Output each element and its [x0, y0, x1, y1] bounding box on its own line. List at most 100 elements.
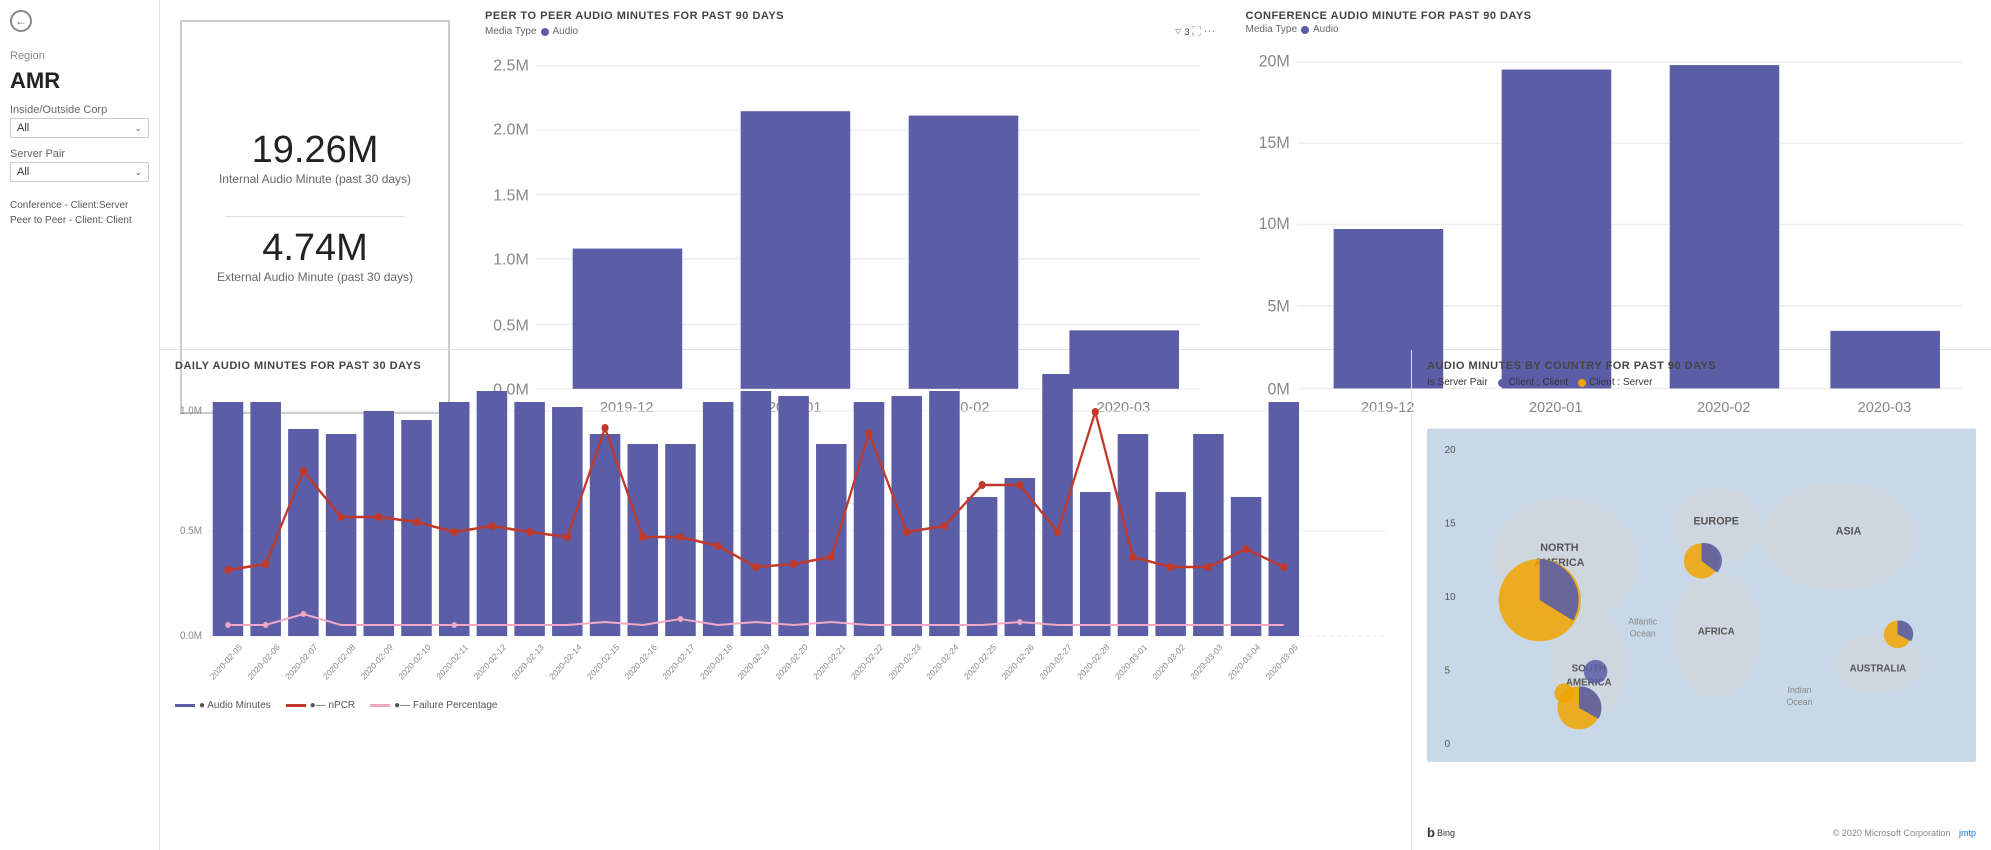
svg-text:Ocean: Ocean: [1630, 628, 1656, 638]
svg-text:20: 20: [1445, 445, 1456, 456]
metric-number2: 4.74M: [262, 227, 368, 270]
legend-failure-label: ●— Failure Percentage: [394, 700, 497, 711]
svg-text:2020-02-21: 2020-02-21: [811, 642, 847, 682]
svg-text:2.0M: 2.0M: [493, 121, 529, 139]
legend-failure-line: [370, 704, 390, 707]
copyright: © 2020 Microsoft Corporation jmtp: [1833, 828, 1976, 838]
legend-audio: ● Audio Minutes: [175, 700, 271, 711]
svg-text:20M: 20M: [1258, 53, 1289, 71]
metric-desc1: Internal Audio Minute (past 30 days): [219, 172, 411, 186]
map-footer: b Bing © 2020 Microsoft Corporation jmtp: [1427, 825, 1976, 840]
svg-text:15: 15: [1445, 519, 1456, 530]
p2p-legend-dot: [541, 28, 549, 36]
filter2-container: Server Pair All ⌄: [10, 148, 149, 182]
map-container: AUDIO MINUTES BY COUNTRY FOR PAST 90 DAY…: [1411, 350, 1991, 850]
dashboard: ← Region AMR Inside/Outside Corp All ⌄ S…: [0, 0, 1991, 850]
filter-icon[interactable]: ▿ 3: [1175, 24, 1189, 38]
svg-text:2020-02-16: 2020-02-16: [623, 642, 659, 682]
svg-text:2020-02-12: 2020-02-12: [472, 642, 508, 682]
svg-text:2020-02-20: 2020-02-20: [774, 642, 810, 682]
map-legend: Is Server Pair Client : Client Client : …: [1427, 377, 1976, 388]
p2p-legend-label: Audio: [553, 26, 579, 37]
svg-text:EUROPE: EUROPE: [1693, 516, 1738, 528]
svg-text:0.0M: 0.0M: [180, 631, 202, 643]
legend-npcr-line: [286, 704, 306, 707]
svg-text:10: 10: [1445, 592, 1456, 603]
svg-text:Indian: Indian: [1788, 685, 1812, 695]
more-icon[interactable]: ⋯: [1204, 24, 1216, 38]
svg-text:2020-02-19: 2020-02-19: [736, 642, 772, 682]
conf-chart-subtitle: Media Type Audio: [1246, 24, 1977, 35]
main-content: 19.26M Internal Audio Minute (past 30 da…: [160, 0, 1991, 850]
svg-text:0.5M: 0.5M: [180, 526, 202, 538]
svg-text:2020-02-14: 2020-02-14: [547, 642, 583, 682]
svg-text:1.0M: 1.0M: [180, 406, 202, 418]
filter2-label: Server Pair: [10, 148, 149, 160]
filter1-dropdown[interactable]: All ⌄: [10, 118, 149, 138]
svg-text:2020-02-23: 2020-02-23: [887, 642, 923, 682]
p2p-media-type-label: Media Type: [485, 26, 537, 37]
svg-text:2020-02-22: 2020-02-22: [849, 642, 885, 682]
svg-text:2020-02-15: 2020-02-15: [585, 642, 621, 682]
p2p-chart-subtitle: Media Type Audio ▿ 3 ⛶ ⋯: [485, 24, 1216, 39]
filter1-value: All: [17, 122, 29, 134]
note-conference: Conference - Client:Server: [10, 200, 128, 211]
daily-bar-chart: 1.0M 0.5M 0.0M: [175, 374, 1396, 694]
filter-count: 3: [1185, 27, 1190, 37]
svg-text:5M: 5M: [1267, 298, 1289, 316]
region-value: AMR: [10, 68, 149, 94]
conf-legend-dot: [1301, 26, 1309, 34]
svg-text:2020-02-17: 2020-02-17: [661, 642, 697, 682]
bottom-row: DAILY AUDIO MINUTES FOR PAST 30 DAYS 1.0…: [160, 350, 1991, 850]
map-title: AUDIO MINUTES BY COUNTRY FOR PAST 90 DAY…: [1427, 360, 1976, 372]
metric-desc2: External Audio Minute (past 30 days): [217, 270, 413, 284]
svg-text:2020-03-02: 2020-03-02: [1151, 642, 1187, 682]
filter1-container: Inside/Outside Corp All ⌄: [10, 104, 149, 138]
legend-npcr: ●— nPCR: [286, 700, 356, 711]
svg-text:AFRICA: AFRICA: [1698, 626, 1735, 637]
svg-text:1.0M: 1.0M: [493, 251, 529, 269]
svg-text:2020-02-08: 2020-02-08: [321, 642, 357, 682]
map-legend-label: Is Server Pair: [1427, 377, 1488, 388]
svg-text:10M: 10M: [1258, 215, 1289, 233]
daily-legend: ● Audio Minutes ●— nPCR ●— Failure Perce…: [175, 700, 1396, 711]
sidebar-note: Conference - Client:Server Peer to Peer …: [10, 198, 149, 228]
legend-npcr-label: ●— nPCR: [310, 700, 356, 711]
svg-text:2.5M: 2.5M: [493, 56, 529, 74]
svg-text:AUSTRALIA: AUSTRALIA: [1850, 664, 1907, 675]
conf-chart-title: CONFERENCE AUDIO MINUTE FOR PAST 90 DAYS: [1246, 10, 1977, 22]
svg-text:2020-03-04: 2020-03-04: [1226, 642, 1262, 682]
filter2-dropdown[interactable]: All ⌄: [10, 162, 149, 182]
top-row: 19.26M Internal Audio Minute (past 30 da…: [160, 0, 1991, 350]
legend-audio-line: [175, 704, 195, 707]
note-peertopeer: Peer to Peer - Client: Client: [10, 215, 132, 226]
back-icon: ←: [10, 10, 32, 32]
sidebar: ← Region AMR Inside/Outside Corp All ⌄ S…: [0, 0, 160, 850]
filter2-value: All: [17, 166, 29, 178]
svg-text:2020-03-05: 2020-03-05: [1264, 642, 1300, 682]
svg-text:1.5M: 1.5M: [493, 186, 529, 204]
svg-text:2020-02-06: 2020-02-06: [246, 642, 282, 682]
svg-text:2020-02-24: 2020-02-24: [924, 642, 960, 682]
svg-text:Ocean: Ocean: [1787, 697, 1813, 707]
svg-text:2020-02-13: 2020-02-13: [510, 642, 546, 682]
expand-icon[interactable]: ⛶: [1192, 24, 1200, 38]
back-button[interactable]: ←: [10, 10, 149, 32]
bing-b: b: [1427, 825, 1435, 840]
svg-text:5: 5: [1445, 666, 1451, 677]
daily-chart-container: DAILY AUDIO MINUTES FOR PAST 30 DAYS 1.0…: [160, 350, 1411, 850]
svg-text:Atlantic: Atlantic: [1628, 617, 1657, 627]
filter1-chevron: ⌄: [134, 123, 142, 134]
svg-text:2020-02-10: 2020-02-10: [397, 642, 433, 682]
svg-text:2020-02-27: 2020-02-27: [1038, 642, 1074, 682]
conf-legend-label: Audio: [1313, 24, 1339, 35]
svg-text:2020-03-01: 2020-03-01: [1113, 642, 1149, 682]
legend-audio-label: ● Audio Minutes: [199, 700, 271, 711]
bing-logo: b Bing: [1427, 825, 1455, 840]
svg-text:15M: 15M: [1258, 134, 1289, 152]
svg-text:NORTH: NORTH: [1540, 542, 1578, 554]
svg-text:2020-02-05: 2020-02-05: [208, 642, 244, 682]
svg-text:2020-02-11: 2020-02-11: [434, 642, 470, 682]
svg-text:2020-02-18: 2020-02-18: [698, 642, 734, 682]
filter1-label: Inside/Outside Corp: [10, 104, 149, 116]
